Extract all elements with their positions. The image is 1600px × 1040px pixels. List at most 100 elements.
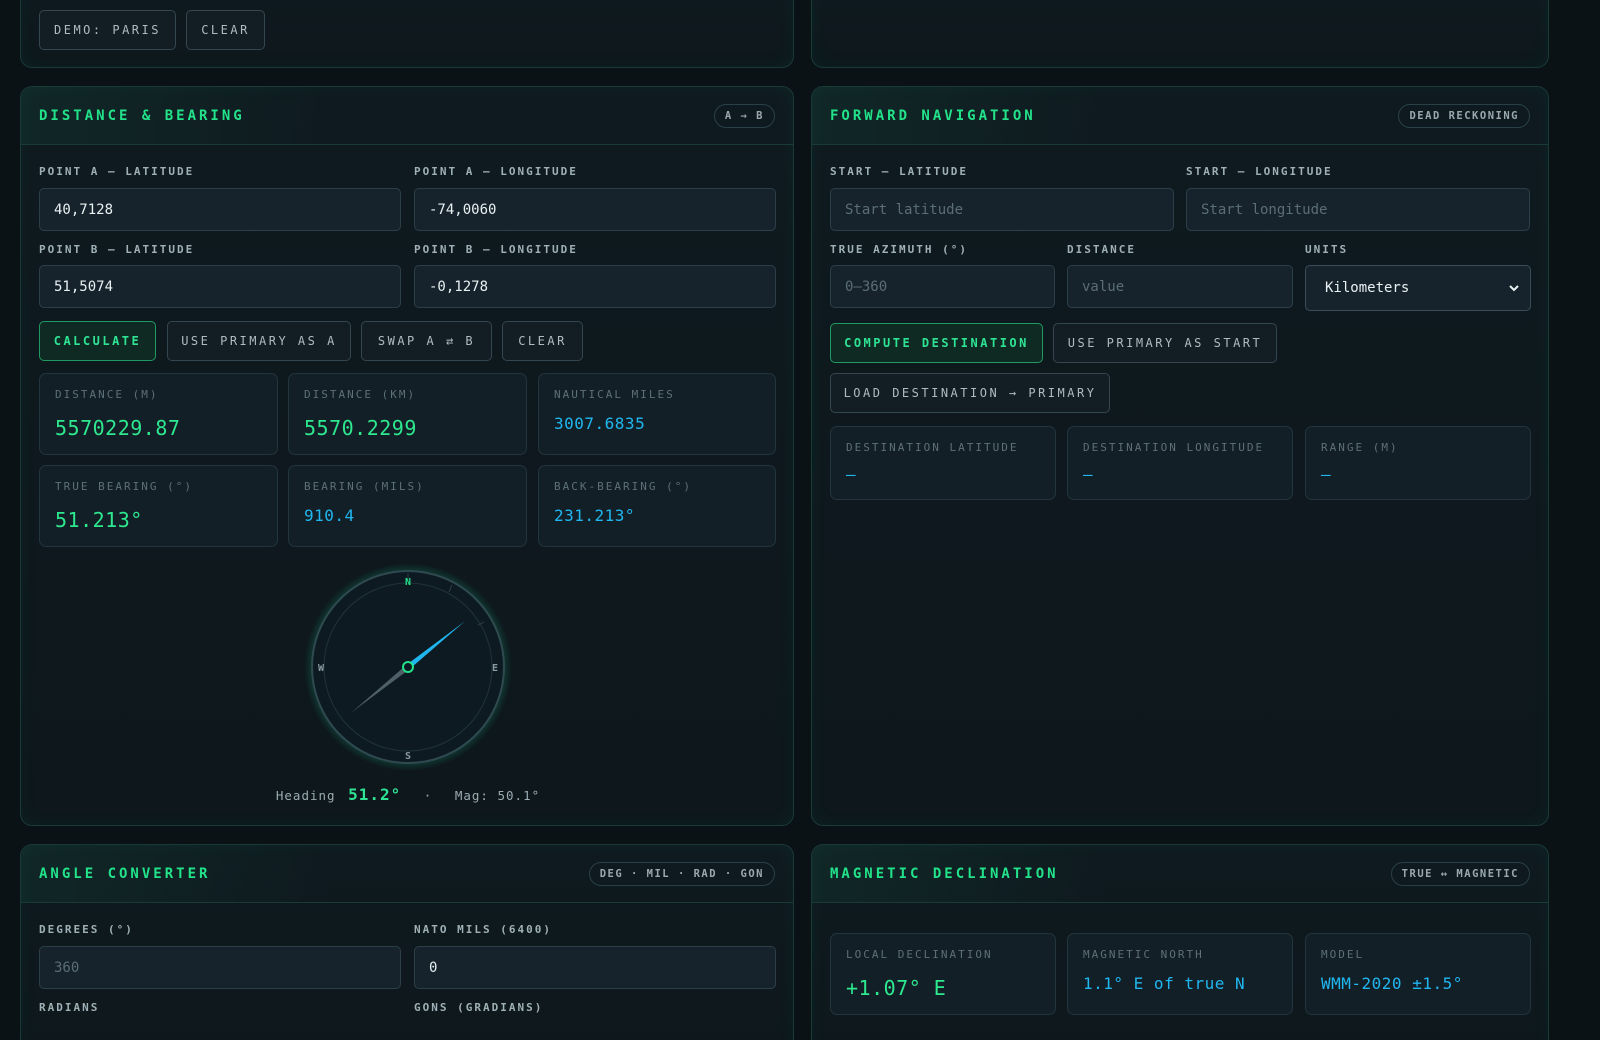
local-declination-card: LOCAL DECLINATION +1.07° E: [830, 933, 1056, 1015]
distance-clear-button[interactable]: CLEAR: [502, 321, 583, 361]
forward-navigation-panel: FORWARD NAVIGATION DEAD RECKONING START …: [811, 86, 1549, 826]
distance-label: DISTANCE: [1067, 243, 1136, 256]
panel-header: DISTANCE & BEARING A → B: [21, 87, 793, 145]
result-value: —: [1083, 465, 1094, 484]
panel-title: ANGLE CONVERTER: [39, 865, 211, 882]
result-label: BACK-BEARING (°): [554, 480, 692, 493]
result-label: NAUTICAL MILES: [554, 388, 675, 401]
compass-hub: [402, 661, 414, 673]
result-distance-m: DISTANCE (M) 5570229.87: [39, 373, 278, 455]
result-value: 910.4: [304, 506, 355, 525]
angle-converter-panel: ANGLE CONVERTER DEG · MIL · RAD · GON DE…: [20, 844, 794, 1040]
start-lat-input[interactable]: Start latitude: [830, 188, 1174, 231]
azimuth-input[interactable]: 0–360: [830, 265, 1055, 308]
compass-e-label: E: [492, 663, 498, 674]
point-a-lat-input[interactable]: 40,7128: [39, 188, 401, 231]
azimuth-label: TRUE AZIMUTH (°): [830, 243, 968, 256]
units-label: UNITS: [1305, 243, 1349, 256]
chevron-down-icon: [1509, 285, 1519, 292]
distance-bearing-panel: DISTANCE & BEARING A → B POINT A — LATIT…: [20, 86, 794, 826]
point-a-lat-label: POINT A — LATITUDE: [39, 165, 195, 178]
top-clear-button[interactable]: CLEAR: [186, 10, 265, 50]
result-label: DESTINATION LATITUDE: [846, 441, 1019, 454]
point-b-lon-label: POINT B — LONGITUDE: [414, 243, 578, 256]
result-value: +1.07° E: [846, 976, 947, 1000]
distance-input[interactable]: value: [1067, 265, 1293, 308]
calculate-button[interactable]: CALCULATE: [39, 321, 156, 361]
start-lon-label: START — LONGITUDE: [1186, 165, 1333, 178]
magnetic-heading: Mag: 50.1°: [454, 788, 541, 803]
degrees-input[interactable]: 360: [39, 946, 401, 989]
units-select[interactable]: Kilometers: [1305, 265, 1531, 311]
result-label: DISTANCE (M): [55, 388, 159, 401]
top-left-panel: DEMO: PARIS CLEAR: [20, 0, 794, 68]
result-value: 3007.6835: [554, 414, 646, 433]
point-a-lon-input[interactable]: -74,0060: [414, 188, 776, 231]
dest-longitude-card: DESTINATION LONGITUDE —: [1067, 426, 1293, 500]
compass-s-label: S: [405, 751, 411, 762]
radians-label: RADIANS: [39, 1001, 100, 1014]
result-nautical-miles: NAUTICAL MILES 3007.6835: [538, 373, 776, 455]
result-distance-km: DISTANCE (KM) 5570.2299: [288, 373, 527, 455]
heading-readout: Heading 51.2° · Mag: 50.1°: [21, 785, 795, 804]
result-bearing-mils: BEARING (MILS) 910.4: [288, 465, 527, 547]
nato-mils-label: NATO MILS (6400): [414, 923, 552, 936]
result-value: 231.213°: [554, 506, 636, 525]
magnetic-north-card: MAGNETIC NORTH 1.1° E of true N: [1067, 933, 1293, 1015]
result-label: RANGE (M): [1321, 441, 1399, 454]
result-true-bearing: TRUE BEARING (°) 51.213°: [39, 465, 278, 547]
result-label: MODEL: [1321, 948, 1365, 961]
model-card: MODEL WMM-2020 ±1.5°: [1305, 933, 1531, 1015]
result-label: LOCAL DECLINATION: [846, 948, 993, 961]
load-destination-button[interactable]: LOAD DESTINATION → PRIMARY: [830, 373, 1110, 413]
swap-button[interactable]: SWAP A ⇄ B: [361, 321, 492, 361]
point-a-lon-label: POINT A — LONGITUDE: [414, 165, 578, 178]
heading-separator: ·: [423, 788, 433, 803]
result-value: 5570229.87: [55, 416, 181, 440]
result-value: —: [846, 465, 857, 484]
point-b-lon-input[interactable]: -0,1278: [414, 265, 776, 308]
point-b-lat-input[interactable]: 51,5074: [39, 265, 401, 308]
result-back-bearing: BACK-BEARING (°) 231.213°: [538, 465, 776, 547]
dead-reckoning-badge: DEAD RECKONING: [1398, 103, 1530, 128]
result-label: TRUE BEARING (°): [55, 480, 193, 493]
panel-title: MAGNETIC DECLINATION: [830, 865, 1059, 882]
mils-input[interactable]: 0: [414, 946, 776, 989]
degrees-label: DEGREES (°): [39, 923, 134, 936]
top-right-panel: [811, 0, 1549, 68]
result-value: 51.213°: [55, 508, 143, 532]
demo-paris-button[interactable]: DEMO: PARIS: [39, 10, 176, 50]
panel-title: FORWARD NAVIGATION: [830, 107, 1036, 124]
start-lon-input[interactable]: Start longitude: [1186, 188, 1530, 231]
range-card: RANGE (M) —: [1305, 426, 1531, 500]
direction-badge: A → B: [713, 103, 775, 128]
panel-header: ANGLE CONVERTER DEG · MIL · RAD · GON: [21, 845, 793, 903]
compass-w-label: W: [318, 663, 325, 674]
compass-dial: N E S W: [304, 563, 512, 771]
use-primary-as-start-button[interactable]: USE PRIMARY AS START: [1053, 323, 1277, 363]
heading-value: 51.2°: [348, 785, 402, 804]
true-magnetic-badge: TRUE ↔ MAGNETIC: [1390, 861, 1530, 886]
result-value: WMM-2020 ±1.5°: [1321, 974, 1463, 993]
panel-header: MAGNETIC DECLINATION TRUE ↔ MAGNETIC: [812, 845, 1548, 903]
panel-header: FORWARD NAVIGATION DEAD RECKONING: [812, 87, 1548, 145]
use-primary-as-a-button[interactable]: USE PRIMARY AS A: [167, 321, 351, 361]
units-selected-value: Kilometers: [1325, 280, 1410, 296]
result-label: MAGNETIC NORTH: [1083, 948, 1204, 961]
compute-destination-button[interactable]: COMPUTE DESTINATION: [830, 323, 1043, 363]
dest-latitude-card: DESTINATION LATITUDE —: [830, 426, 1056, 500]
gons-label: GONS (GRADIANS): [414, 1001, 544, 1014]
panel-title: DISTANCE & BEARING: [39, 107, 245, 124]
result-value: —: [1321, 465, 1332, 484]
result-label: DISTANCE (KM): [304, 388, 417, 401]
result-label: BEARING (MILS): [304, 480, 425, 493]
result-value: 5570.2299: [304, 416, 417, 440]
units-badge: DEG · MIL · RAD · GON: [588, 861, 775, 886]
magnetic-declination-panel: MAGNETIC DECLINATION TRUE ↔ MAGNETIC LOC…: [811, 844, 1549, 1040]
compass-n-label: N: [405, 577, 411, 588]
point-b-lat-label: POINT B — LATITUDE: [39, 243, 195, 256]
heading-label: Heading: [275, 788, 336, 803]
result-label: DESTINATION LONGITUDE: [1083, 441, 1265, 454]
result-value: 1.1° E of true N: [1083, 974, 1246, 993]
start-lat-label: START — LATITUDE: [830, 165, 968, 178]
